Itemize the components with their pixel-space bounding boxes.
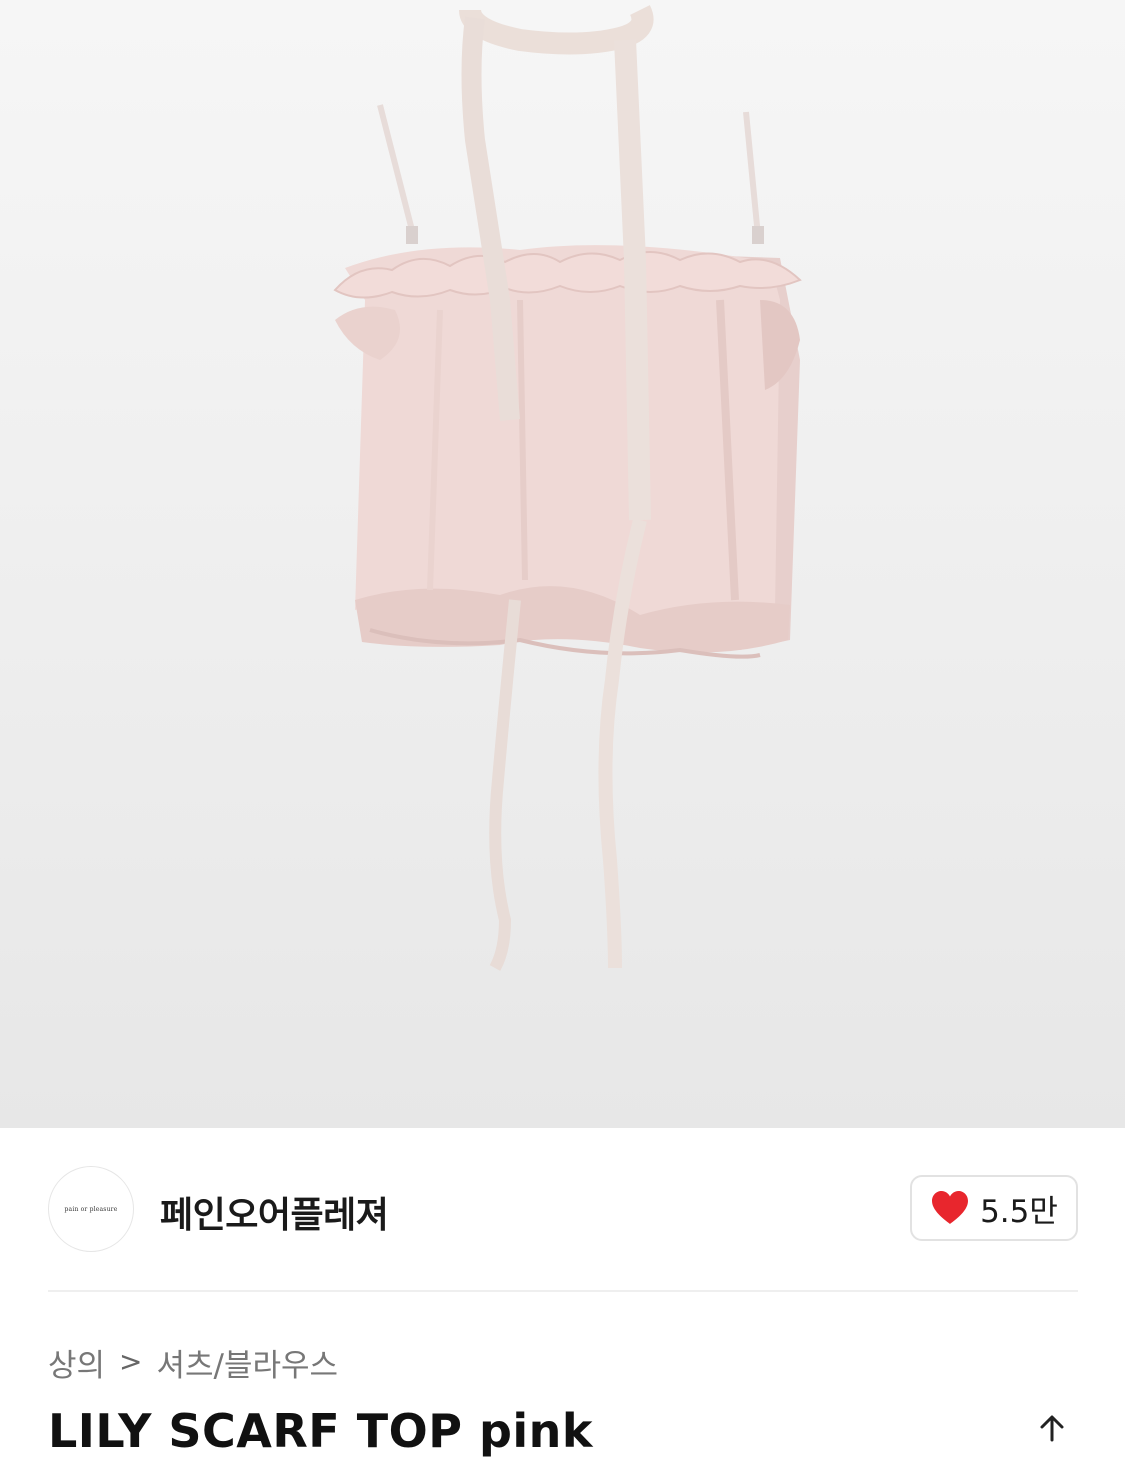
breadcrumb-subcategory[interactable]: 셔츠/블라우스 (157, 1340, 339, 1385)
product-photo (333, 5, 802, 971)
breadcrumb-category[interactable]: 상의 (48, 1340, 105, 1385)
like-button[interactable]: 5.5만 (910, 1175, 1078, 1241)
brand-name[interactable]: 페인오어플레져 (160, 1186, 389, 1238)
chevron-right-icon: > (119, 1344, 143, 1378)
brand-row: pain or pleasure 페인오어플레져 5.5만 (48, 1160, 1078, 1260)
product-image[interactable] (0, 0, 1125, 1128)
divider (48, 1290, 1078, 1292)
like-count: 5.5만 (980, 1193, 1058, 1230)
breadcrumb: 상의 > 셔츠/블라우스 (48, 1340, 339, 1385)
brand-logo-text: pain or pleasure (64, 1205, 118, 1213)
share-button[interactable] (1030, 1412, 1074, 1442)
share-icon (1040, 1415, 1064, 1442)
brand-logo[interactable]: pain or pleasure (48, 1166, 134, 1252)
product-title: LILY SCARF TOP pink (48, 1404, 593, 1458)
heart-icon (932, 1191, 969, 1224)
